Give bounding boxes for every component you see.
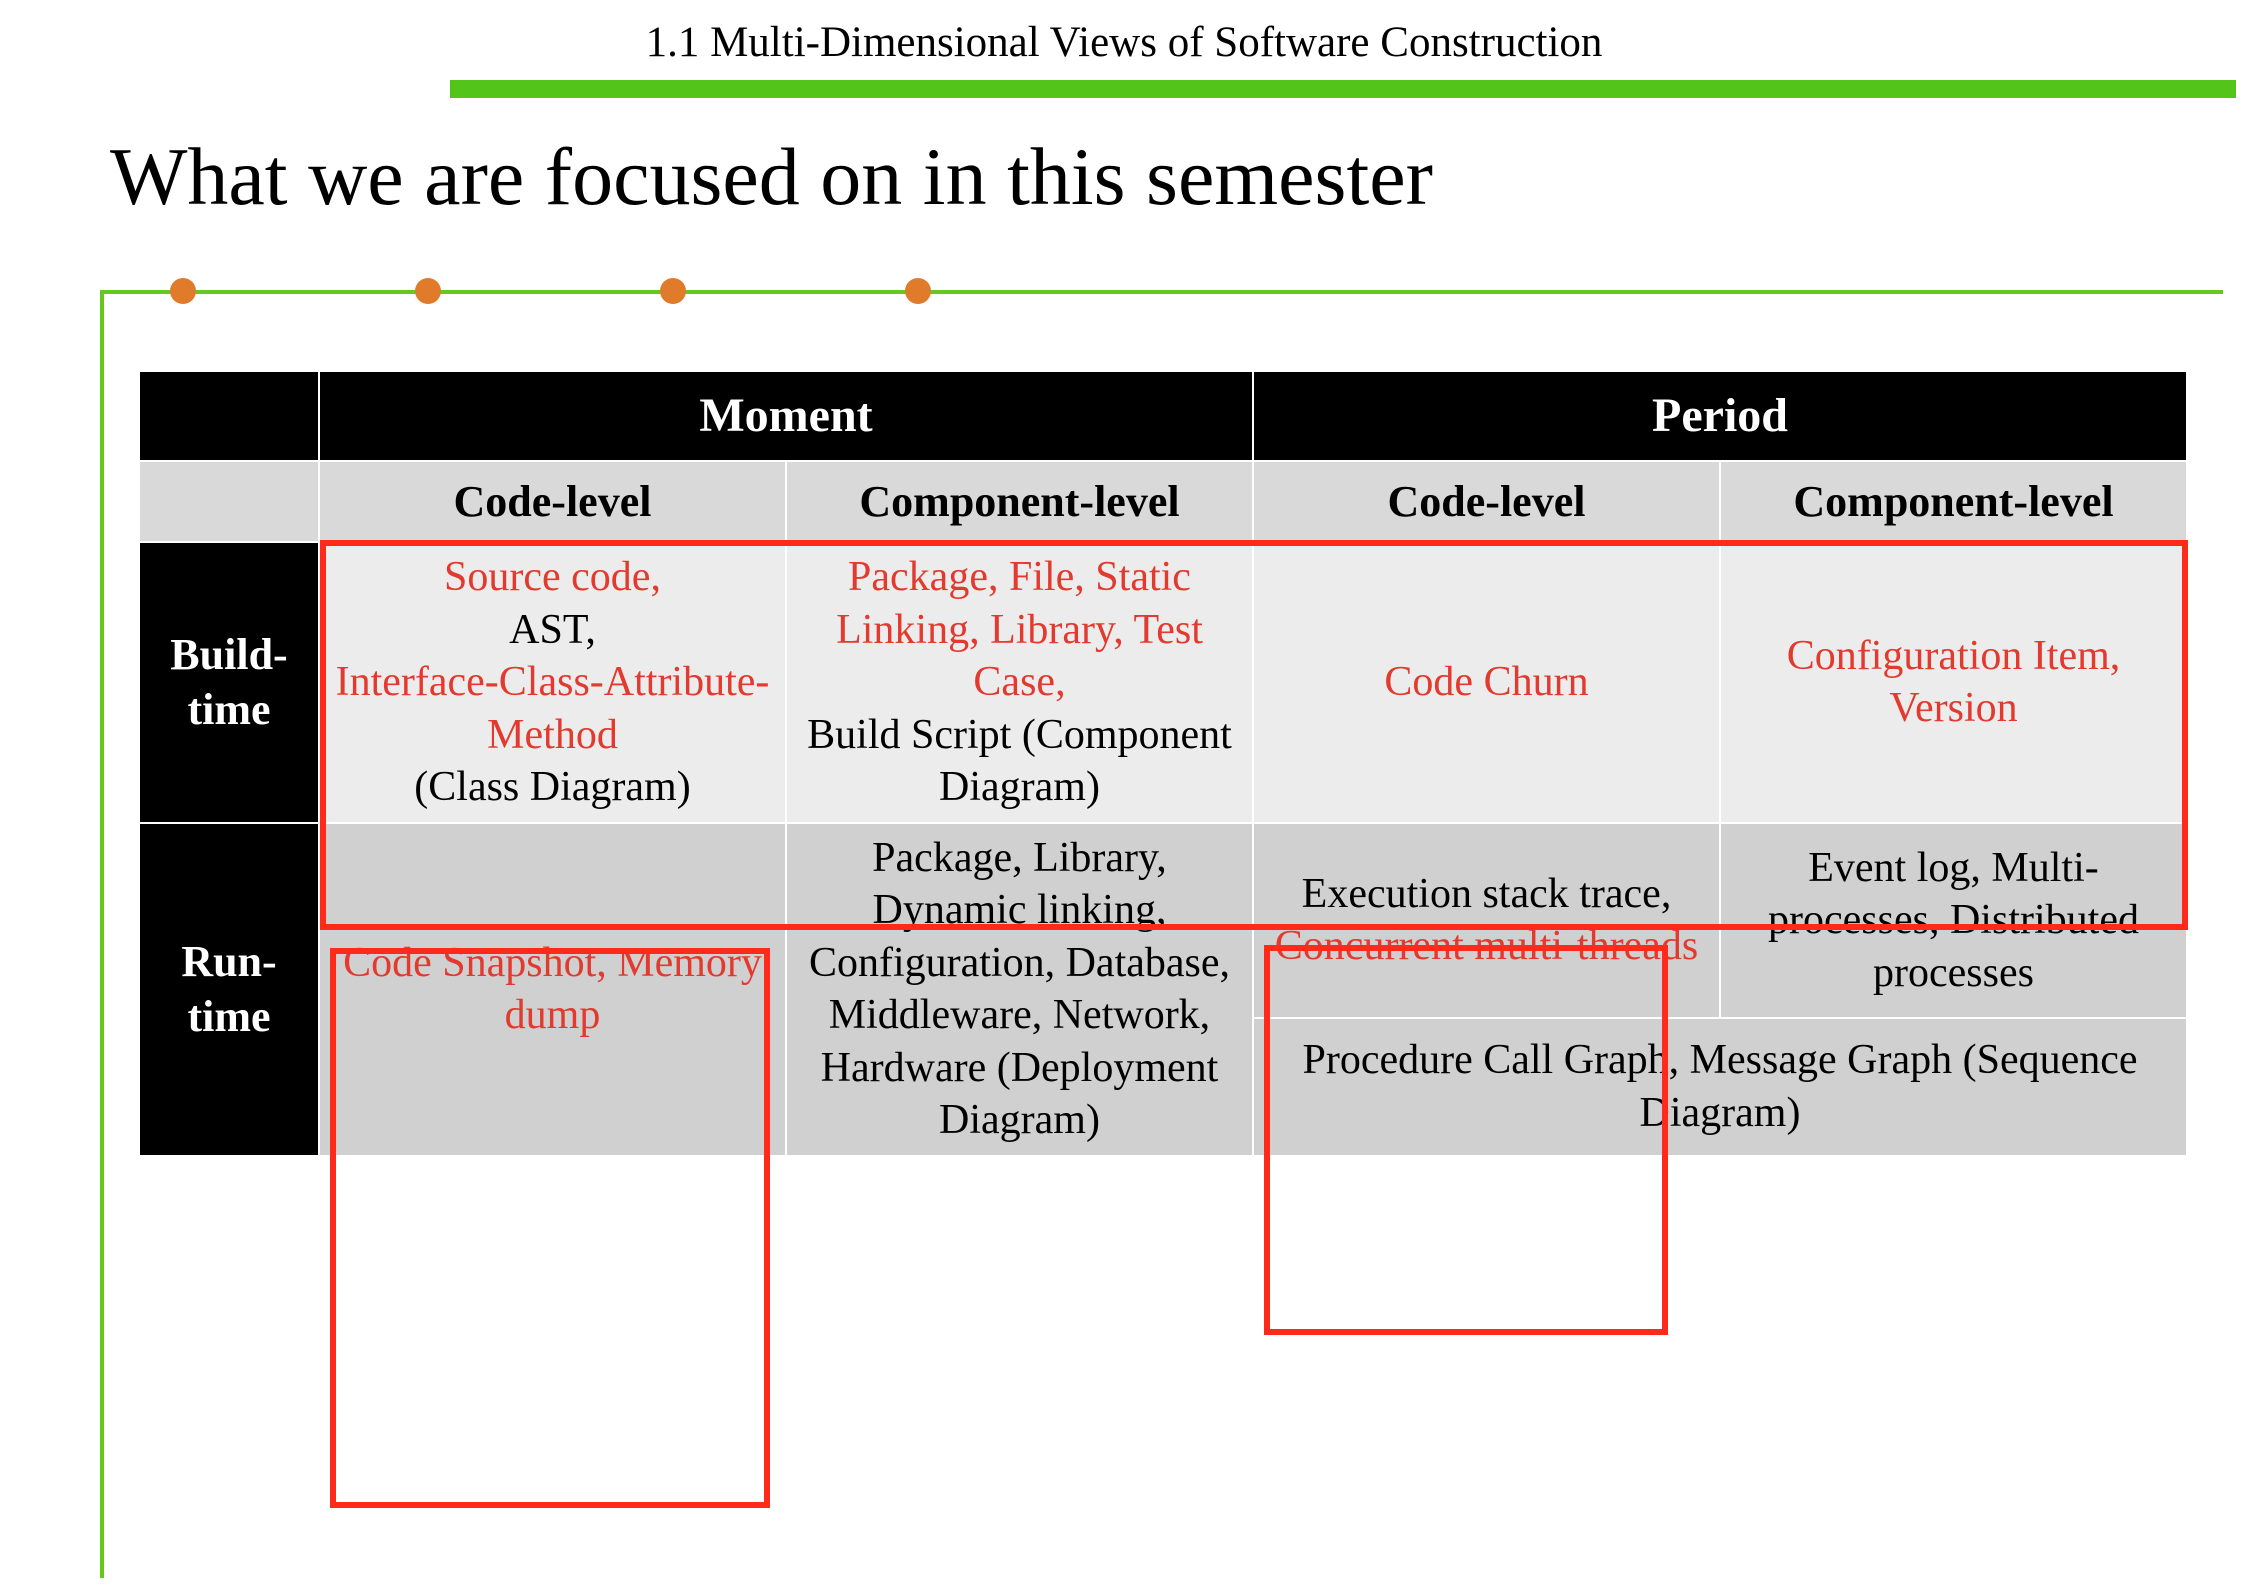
cell-text: AST, bbox=[509, 607, 596, 653]
table-row: Run-time Code Snapshot, Memory dump Pack… bbox=[139, 823, 2187, 1019]
cell-run-period-component-top: Event log, Multi-processes, Distributed … bbox=[1720, 823, 2187, 1019]
header-period: Period bbox=[1253, 371, 2187, 461]
breadcrumb: 1.1 Multi-Dimensional Views of Software … bbox=[0, 18, 2248, 67]
subheader-component-level: Component-level bbox=[786, 461, 1253, 542]
cell-build-period-component: Configuration Item, Version bbox=[1720, 542, 2187, 823]
cell-run-period-code-top: Execution stack trace, Concurrent multi-… bbox=[1253, 823, 1720, 1019]
subheader-code-level: Code-level bbox=[319, 461, 786, 542]
header-blank bbox=[139, 371, 319, 461]
cell-text: Procedure Call Graph, Message Graph (Seq… bbox=[1302, 1037, 2137, 1136]
dot-icon bbox=[905, 278, 931, 304]
table-row: Moment Period bbox=[139, 371, 2187, 461]
table-row: Build-time Source code, AST, Interface-C… bbox=[139, 542, 2187, 823]
cell-text: (Class Diagram) bbox=[414, 764, 690, 810]
title-underline bbox=[450, 80, 2236, 98]
cell-text: Execution stack trace, bbox=[1302, 871, 1672, 917]
cell-build-period-code: Code Churn bbox=[1253, 542, 1720, 823]
cell-run-moment-component: Package, Library, Dynamic linking, Confi… bbox=[786, 823, 1253, 1156]
cell-text: Interface-Class-Attribute-Method bbox=[336, 659, 770, 758]
cell-text: Event log, Multi-processes, Distributed … bbox=[1768, 845, 2139, 996]
dot-icon bbox=[415, 278, 441, 304]
row-header-build-time: Build-time bbox=[139, 542, 319, 823]
subheader-component-level: Component-level bbox=[1720, 461, 2187, 542]
vertical-rule bbox=[100, 290, 104, 1578]
cell-text: Configuration Item, Version bbox=[1787, 633, 2121, 732]
cell-text: Code Snapshot, Memory dump bbox=[343, 940, 762, 1039]
subheader-blank bbox=[139, 461, 319, 542]
cell-run-period-bottom: Procedure Call Graph, Message Graph (Seq… bbox=[1253, 1018, 2187, 1155]
cell-text: Concurrent multi-threads bbox=[1275, 923, 1698, 969]
header-moment: Moment bbox=[319, 371, 1253, 461]
table-row: Code-level Component-level Code-level Co… bbox=[139, 461, 2187, 542]
cell-text: Source code, bbox=[444, 554, 661, 600]
row-header-run-time: Run-time bbox=[139, 823, 319, 1156]
table: Moment Period Code-level Component-level… bbox=[138, 370, 2188, 1157]
cell-text: Code Churn bbox=[1384, 659, 1588, 705]
dot-icon bbox=[660, 278, 686, 304]
matrix-table: Moment Period Code-level Component-level… bbox=[138, 370, 2188, 1558]
slide: 1.1 Multi-Dimensional Views of Software … bbox=[0, 0, 2248, 1588]
cell-text: Package, File, Static Linking, Library, … bbox=[836, 554, 1203, 705]
subheader-code-level: Code-level bbox=[1253, 461, 1720, 542]
cell-run-moment-code: Code Snapshot, Memory dump bbox=[319, 823, 786, 1156]
cell-text: Package, Library, Dynamic linking, Confi… bbox=[809, 835, 1230, 1144]
cell-text: Build Script (Component Diagram) bbox=[807, 712, 1232, 811]
cell-build-moment-component: Package, File, Static Linking, Library, … bbox=[786, 542, 1253, 823]
page-title: What we are focused on in this semester bbox=[110, 130, 1433, 224]
cell-build-moment-code: Source code, AST, Interface-Class-Attrib… bbox=[319, 542, 786, 823]
dot-icon bbox=[170, 278, 196, 304]
